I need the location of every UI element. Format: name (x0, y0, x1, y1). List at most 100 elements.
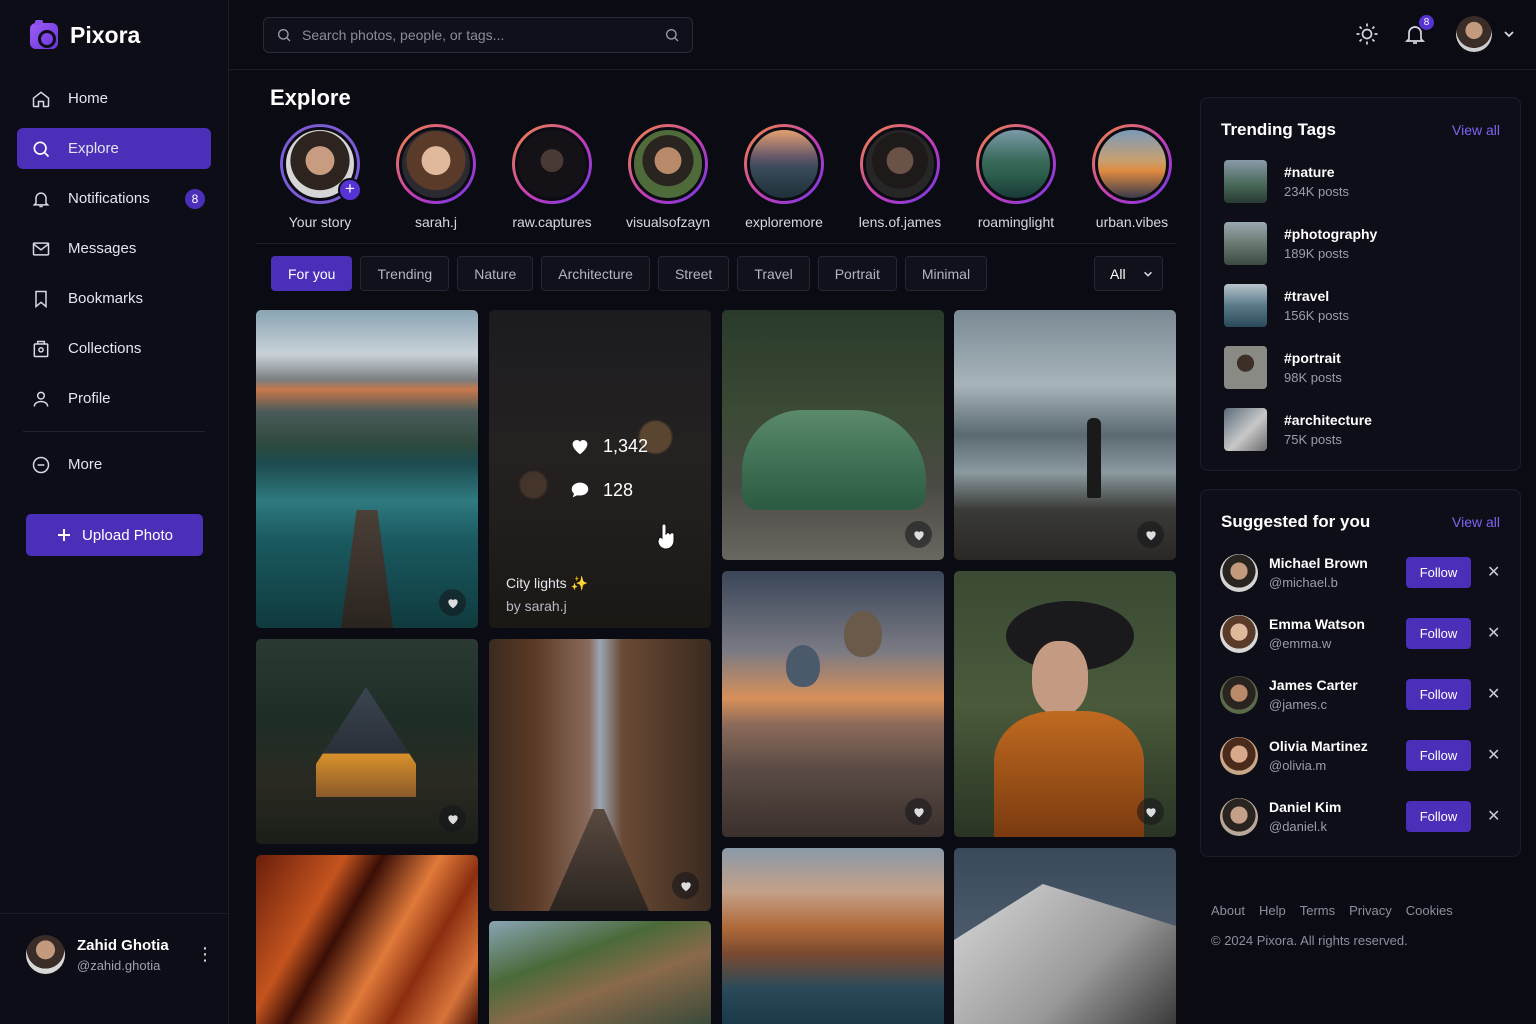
follow-button[interactable]: Follow (1406, 801, 1471, 832)
suggested-user-item: Michael Brown @michael.b Follow ✕ (1220, 552, 1505, 594)
search-input[interactable] (302, 27, 654, 43)
search-submit-icon[interactable] (664, 27, 680, 43)
plus-icon (58, 529, 71, 541)
footer-link-cookies[interactable]: Cookies (1406, 903, 1453, 918)
current-user-card[interactable]: Zahid Ghotia @zahid.ghotia ⋮ (0, 913, 229, 1024)
footer-link-help[interactable]: Help (1259, 903, 1286, 918)
app-logo[interactable]: Pixora (30, 19, 140, 49)
trending-tag-item[interactable]: #nature 234K posts (1224, 160, 1349, 203)
dismiss-icon[interactable]: ✕ (1487, 745, 1500, 765)
like-button[interactable] (1137, 521, 1164, 548)
story-item[interactable]: exploremore (726, 124, 842, 230)
story-ring (744, 124, 824, 204)
filter-chip-for-you[interactable]: For you (271, 256, 353, 291)
story-item[interactable]: sarah.j (378, 124, 494, 230)
photo-card-portrait-hat[interactable] (954, 571, 1176, 837)
filter-chip-nature[interactable]: Nature (457, 256, 534, 291)
footer-link-terms[interactable]: Terms (1300, 903, 1335, 918)
sidebar-item-explore[interactable]: Explore (17, 128, 211, 169)
comments-count: 128 (603, 479, 634, 500)
story-item[interactable]: roaminglight (958, 124, 1074, 230)
sidebar-item-collections[interactable]: Collections (17, 328, 211, 369)
story-label: raw.captures (512, 214, 592, 230)
trending-tag-item[interactable]: #photography 189K posts (1224, 222, 1377, 265)
suggested-user-name[interactable]: Daniel Kim (1269, 799, 1341, 815)
photo-card-hot-air-balloons[interactable] (722, 571, 944, 837)
like-button[interactable] (905, 798, 932, 825)
follow-button[interactable]: Follow (1406, 618, 1471, 649)
dismiss-icon[interactable]: ✕ (1487, 623, 1500, 643)
filter-chip-trending[interactable]: Trending (360, 256, 450, 291)
comments-stat: 128 (569, 479, 633, 501)
filter-chip-travel[interactable]: Travel (737, 256, 810, 291)
trending-tag-item[interactable]: #portrait 98K posts (1224, 346, 1342, 389)
dismiss-icon[interactable]: ✕ (1487, 684, 1500, 704)
avatar[interactable] (1220, 554, 1258, 592)
dock-shape (341, 510, 393, 628)
notifications-button[interactable]: 8 (1402, 15, 1434, 47)
footer-links: About Help Terms Privacy Cookies (1211, 903, 1453, 918)
suggested-user-name[interactable]: Olivia Martinez (1269, 738, 1368, 754)
sidebar-item-messages[interactable]: Messages (17, 228, 211, 269)
footer-link-about[interactable]: About (1211, 903, 1245, 918)
street-shape (549, 809, 649, 911)
like-button[interactable] (1137, 798, 1164, 825)
photo-card-cliff-town[interactable] (722, 848, 944, 1024)
trending-view-all-link[interactable]: View all (1452, 122, 1500, 138)
story-item[interactable]: lens.of.james (842, 124, 958, 230)
like-button[interactable] (439, 589, 466, 616)
story-item[interactable]: raw.captures (494, 124, 610, 230)
photo-card-vintage-car[interactable] (722, 310, 944, 560)
suggested-user-name[interactable]: James Carter (1269, 677, 1358, 693)
sidebar-item-home[interactable]: Home (17, 78, 211, 119)
filter-chip-architecture[interactable]: Architecture (541, 256, 650, 291)
follow-button[interactable]: Follow (1406, 740, 1471, 771)
more-vertical-icon[interactable]: ⋮ (196, 944, 214, 965)
sidebar-item-notifications[interactable]: Notifications 8 (17, 178, 211, 219)
filter-chip-portrait[interactable]: Portrait (817, 256, 897, 291)
like-button[interactable] (905, 521, 932, 548)
theme-toggle-button[interactable] (1354, 21, 1380, 47)
dismiss-icon[interactable]: ✕ (1487, 562, 1500, 582)
like-button[interactable] (672, 872, 699, 899)
sort-dropdown[interactable]: All (1094, 256, 1163, 291)
filter-chip-minimal[interactable]: Minimal (904, 256, 988, 291)
trending-tag-item[interactable]: #travel 156K posts (1224, 284, 1349, 327)
avatar[interactable] (1220, 676, 1258, 714)
story-item[interactable]: visualsofzayn (610, 124, 726, 230)
add-story-icon[interactable]: + (338, 178, 362, 202)
avatar[interactable] (1220, 615, 1258, 653)
like-button[interactable] (439, 805, 466, 832)
avatar[interactable] (1220, 737, 1258, 775)
story-item[interactable]: + Your story (262, 124, 378, 230)
dismiss-icon[interactable]: ✕ (1487, 806, 1500, 826)
avatar[interactable] (1456, 16, 1492, 52)
photo-card-city-lights[interactable]: 1,342 128 City lights ✨ by sarah.j (489, 310, 711, 628)
footer-link-privacy[interactable]: Privacy (1349, 903, 1392, 918)
photo-card-cabin[interactable] (256, 639, 478, 844)
photo-card-street-alley[interactable] (489, 639, 711, 911)
photo-card-coastal-village[interactable] (489, 921, 711, 1024)
photo-card-fjord-hiker[interactable] (954, 310, 1176, 560)
filter-chips: For you Trending Nature Architecture Str… (271, 256, 988, 291)
avatar (631, 127, 705, 201)
sidebar-item-profile[interactable]: Profile (17, 378, 211, 419)
follow-button[interactable]: Follow (1406, 679, 1471, 710)
upload-photo-button[interactable]: Upload Photo (26, 514, 203, 556)
avatar[interactable] (26, 935, 65, 974)
follow-button[interactable]: Follow (1406, 557, 1471, 588)
trending-tag-item[interactable]: #architecture 75K posts (1224, 408, 1372, 451)
filter-chip-street[interactable]: Street (657, 256, 730, 291)
sidebar-item-more[interactable]: More (17, 444, 211, 485)
chevron-down-icon[interactable] (1502, 27, 1516, 41)
photo-card-canyon[interactable] (256, 855, 478, 1024)
suggested-user-name[interactable]: Michael Brown (1269, 555, 1368, 571)
photo-card-mountain-lake[interactable] (256, 310, 478, 628)
photo-card-modern-building[interactable] (954, 848, 1176, 1024)
tag-name: #portrait (1284, 350, 1341, 366)
story-item[interactable]: urban.vibes (1074, 124, 1190, 230)
avatar[interactable] (1220, 798, 1258, 836)
sidebar-item-bookmarks[interactable]: Bookmarks (17, 278, 211, 319)
suggested-view-all-link[interactable]: View all (1452, 514, 1500, 530)
suggested-user-name[interactable]: Emma Watson (1269, 616, 1365, 632)
